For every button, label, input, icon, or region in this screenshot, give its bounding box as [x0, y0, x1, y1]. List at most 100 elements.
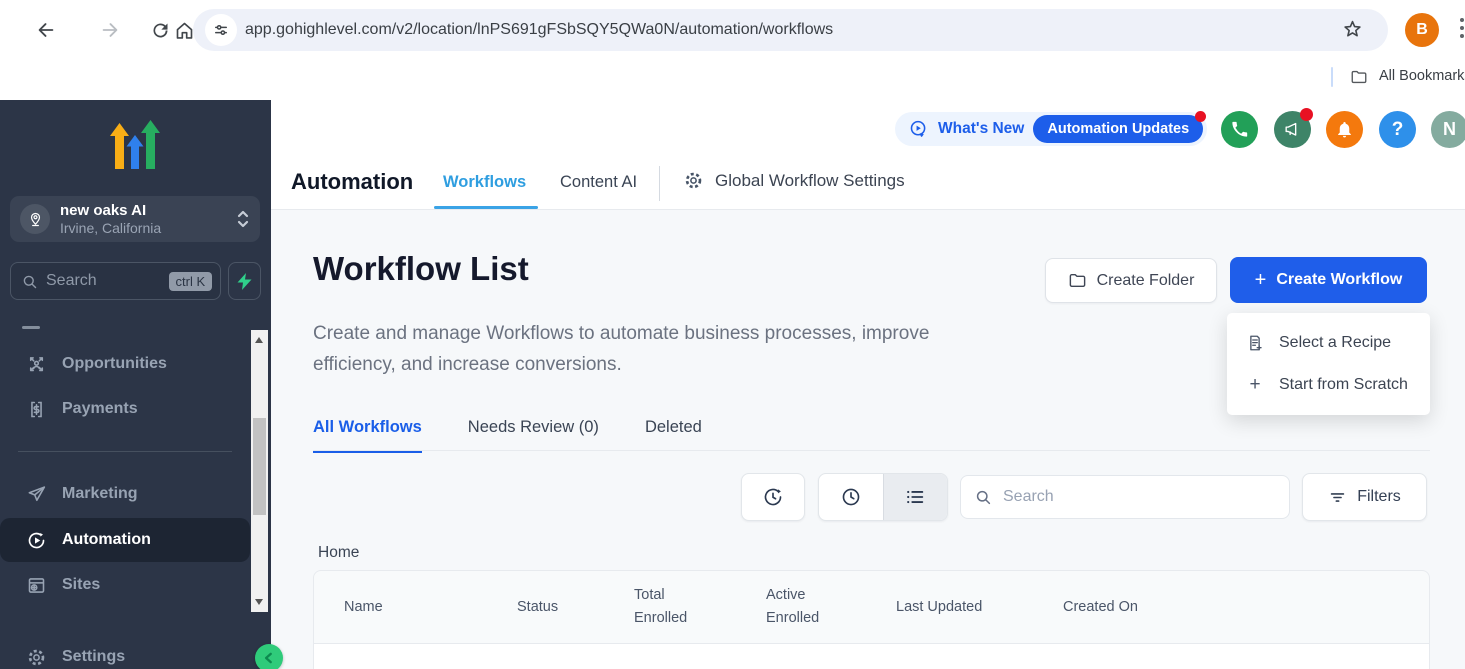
bookmark-star-icon[interactable]	[1341, 18, 1364, 41]
bookmarks-divider	[1331, 67, 1333, 87]
sidebar-item-opportunities[interactable]: Opportunities	[0, 342, 250, 386]
settings-gear-icon	[25, 646, 47, 668]
bell-icon	[1335, 120, 1354, 139]
sidebar-item-sites[interactable]: Sites	[0, 563, 250, 607]
avatar-initial: N	[1443, 119, 1456, 140]
url-bar[interactable]: app.gohighlevel.com/v2/location/lnPS691g…	[193, 9, 1388, 51]
column-header-created-on: Created On	[1063, 599, 1429, 615]
scrollbar-thumb[interactable]	[253, 418, 266, 515]
chevron-up-down-icon	[236, 208, 250, 230]
sidebar-item-label: Automation	[62, 531, 151, 549]
sidebar-item-marketing[interactable]: Marketing	[0, 472, 250, 516]
browser-profile-avatar[interactable]: B	[1405, 13, 1439, 47]
payments-icon	[25, 398, 47, 420]
bookmarks-bar: All Bookmarks	[0, 62, 1465, 92]
screen: app.gohighlevel.com/v2/location/lnPS691g…	[0, 0, 1465, 669]
workflow-list-title: Workflow List	[313, 250, 529, 288]
workflow-search-input[interactable]	[960, 475, 1290, 519]
create-workflow-button[interactable]: + Create Workflow	[1230, 257, 1427, 303]
breadcrumb-home[interactable]: Home	[318, 544, 359, 562]
active-tab-underline	[434, 206, 538, 209]
url-text: app.gohighlevel.com/v2/location/lnPS691g…	[245, 9, 833, 51]
phone-icon	[1230, 120, 1249, 139]
sidebar-search-input[interactable]: Search ctrl K	[10, 262, 221, 300]
site-settings-icon[interactable]	[205, 14, 237, 46]
sidebar: new oaks AI Irvine, California Search ct…	[0, 100, 271, 669]
notifications-button[interactable]	[1326, 111, 1363, 148]
column-header-name: Name	[314, 599, 517, 615]
execution-history-button[interactable]	[741, 473, 805, 521]
help-button[interactable]: ?	[1379, 111, 1416, 148]
user-avatar[interactable]: N	[1431, 111, 1465, 148]
header-divider	[659, 166, 660, 201]
tabs-bottom-border	[313, 450, 1430, 451]
filters-button[interactable]: Filters	[1302, 473, 1427, 521]
automation-updates-badge[interactable]: Automation Updates	[1033, 115, 1203, 143]
browser-menu-icon[interactable]	[1459, 18, 1465, 42]
main-content: Workflow List Create and manage Workflow…	[271, 210, 1465, 669]
workflow-table: Name Status Total Enrolled Active Enroll…	[313, 570, 1430, 669]
sidebar-scrollbar[interactable]	[251, 330, 268, 612]
tab-deleted[interactable]: Deleted	[645, 418, 702, 453]
search-shortcut-badge: ctrl K	[169, 272, 213, 291]
sidebar-item-label: Opportunities	[62, 355, 167, 373]
scrollbar-down-arrow[interactable]	[255, 599, 263, 605]
location-city: Irvine, California	[60, 220, 236, 237]
sidebar-divider	[18, 451, 232, 452]
workflow-tabs: All Workflows Needs Review (0) Deleted	[313, 418, 702, 453]
sidebar-item-label: Payments	[62, 400, 138, 418]
tab-all-workflows[interactable]: All Workflows	[313, 418, 422, 453]
scrollbar-up-arrow[interactable]	[255, 337, 263, 343]
gear-icon	[683, 170, 704, 191]
column-header-total-enrolled: Total Enrolled	[634, 584, 766, 630]
location-text: new oaks AI Irvine, California	[60, 202, 236, 237]
tab-needs-review[interactable]: Needs Review (0)	[468, 418, 599, 453]
sites-icon	[25, 574, 47, 596]
whats-new-icon	[908, 119, 929, 140]
all-bookmarks-label[interactable]: All Bookmarks	[1379, 68, 1465, 84]
sidebar-collapse-button[interactable]	[255, 644, 283, 669]
create-folder-button[interactable]: Create Folder	[1045, 258, 1217, 303]
announcements-button[interactable]	[1274, 111, 1311, 148]
menu-item-select-recipe[interactable]: Select a Recipe	[1227, 322, 1430, 364]
app-header: Automation Workflows Content AI Global W…	[271, 100, 1465, 210]
clock-history-icon	[762, 486, 784, 508]
time-view-toggle[interactable]	[819, 474, 883, 520]
phone-button[interactable]	[1221, 111, 1258, 148]
marketing-icon	[25, 483, 47, 505]
sidebar-search-placeholder: Search	[46, 272, 169, 290]
folder-icon	[1068, 271, 1087, 290]
partial-menu-item	[22, 326, 40, 329]
plus-icon: +	[1245, 374, 1265, 396]
menu-item-start-from-scratch[interactable]: + Start from Scratch	[1227, 364, 1430, 406]
location-name: new oaks AI	[60, 202, 236, 220]
filter-lines-icon	[1328, 488, 1347, 507]
sidebar-item-payments[interactable]: Payments	[0, 387, 250, 431]
browser-forward-icon[interactable]	[92, 12, 128, 48]
column-header-last-updated: Last Updated	[896, 599, 1063, 615]
sidebar-item-automation[interactable]: Automation	[0, 518, 250, 562]
clock-icon	[840, 486, 862, 508]
recipe-icon	[1245, 334, 1265, 352]
browser-toolbar: app.gohighlevel.com/v2/location/lnPS691g…	[0, 0, 1465, 62]
folder-icon	[1350, 68, 1368, 86]
sidebar-item-settings[interactable]: Settings	[0, 635, 250, 669]
location-switcher[interactable]: new oaks AI Irvine, California	[10, 196, 260, 242]
gohighlevel-logo-icon	[110, 120, 160, 172]
tab-workflows[interactable]: Workflows	[443, 173, 526, 192]
automation-icon	[25, 529, 47, 551]
notification-dot	[1300, 108, 1313, 121]
table-body	[313, 644, 1430, 669]
quick-actions-button[interactable]	[228, 262, 261, 300]
view-toggle	[818, 473, 948, 521]
global-workflow-settings-link[interactable]: Global Workflow Settings	[683, 170, 905, 191]
whats-new-pill[interactable]: What's New Automation Updates	[895, 112, 1207, 146]
plus-icon: +	[1255, 270, 1267, 290]
tab-content-ai[interactable]: Content AI	[560, 173, 637, 192]
browser-back-icon[interactable]	[28, 12, 64, 48]
notification-dot	[1195, 111, 1206, 122]
list-icon	[904, 486, 926, 508]
list-view-toggle[interactable]	[883, 474, 948, 520]
workflow-list-description: Create and manage Workflows to automate …	[313, 318, 1013, 380]
opportunities-icon	[25, 353, 47, 375]
